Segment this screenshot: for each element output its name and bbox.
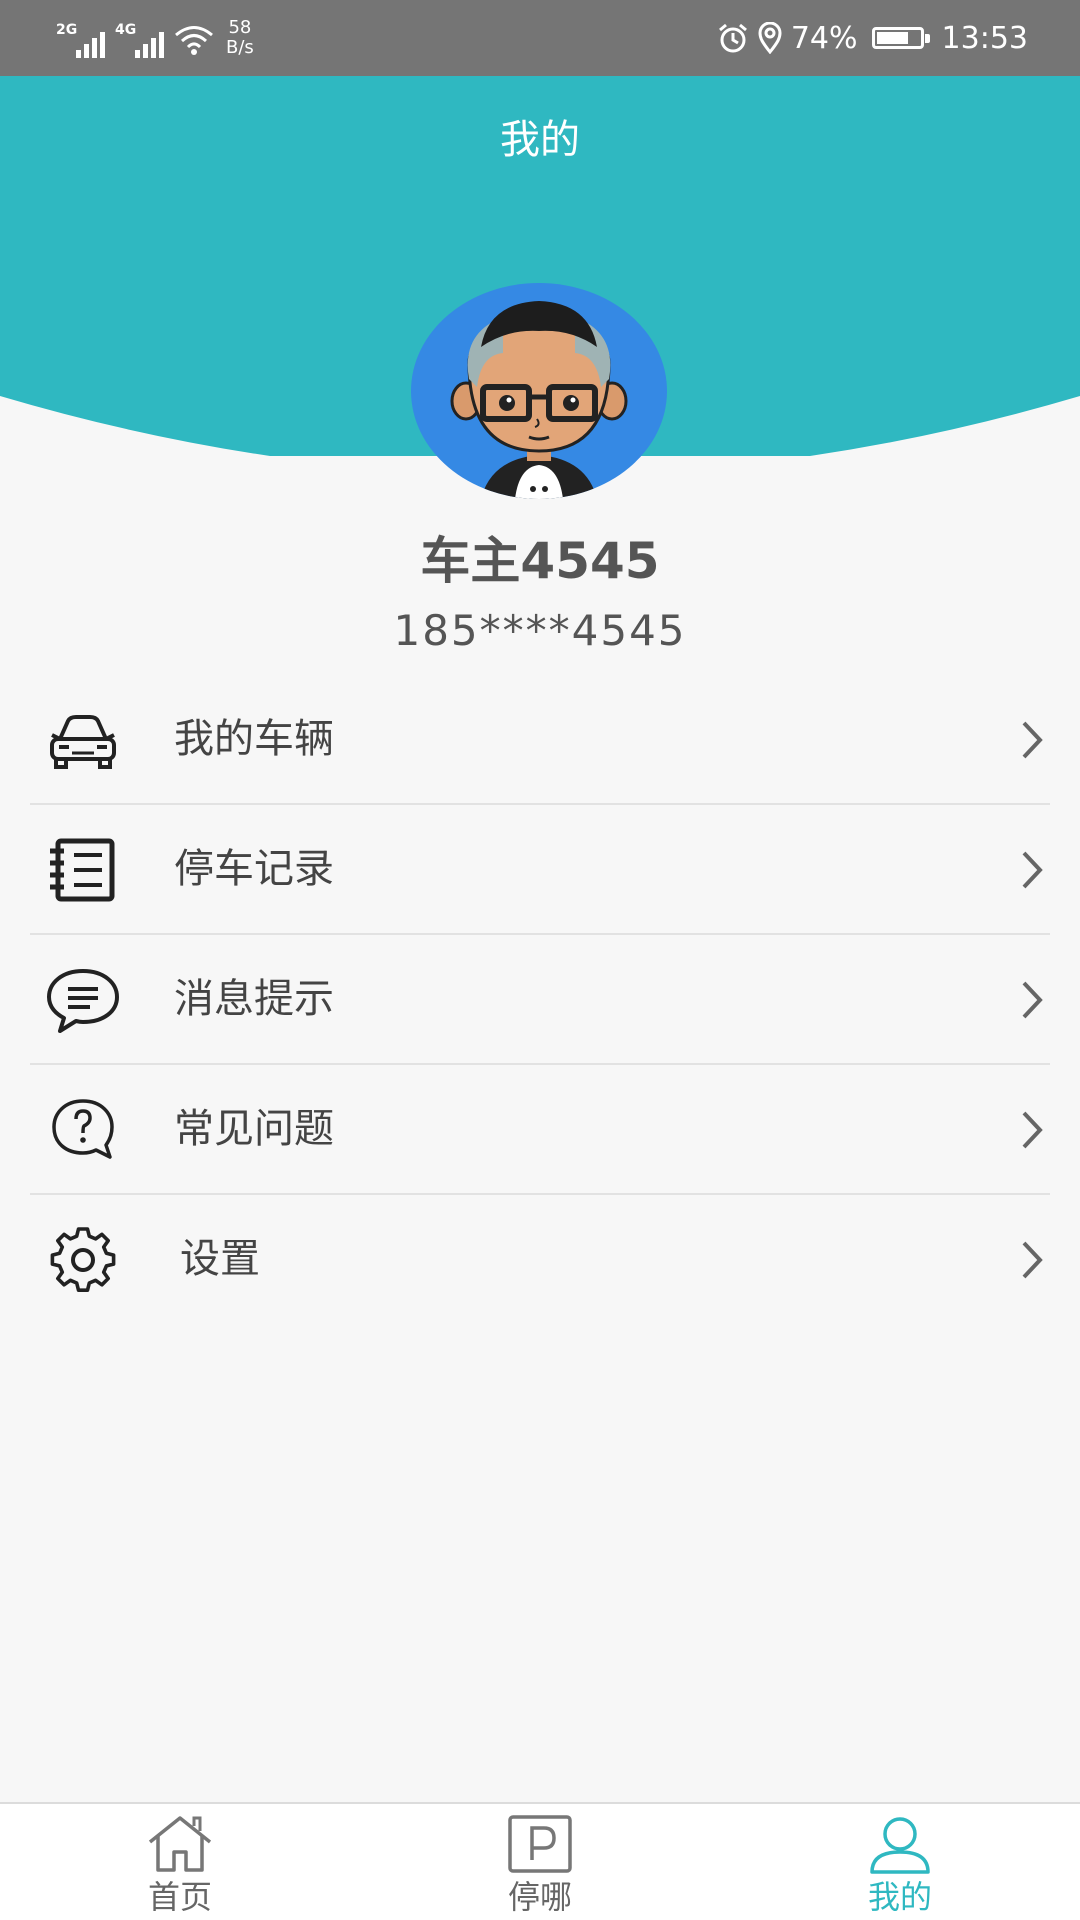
tab-label: 停哪: [507, 1878, 572, 1916]
sim2-signal-icon: 4G: [115, 18, 164, 58]
status-bar-left: 2G 4G 58 B/s: [56, 14, 254, 58]
sim1-network-type: 2G: [56, 22, 78, 38]
tab-mine[interactable]: 我的: [800, 1804, 1000, 1920]
network-speed-value: 58: [228, 17, 252, 38]
tab-home[interactable]: 首页: [80, 1804, 280, 1920]
battery-fill: [876, 32, 908, 44]
question-bubble-icon: [52, 1099, 114, 1159]
chat-bubble-icon: [47, 969, 119, 1033]
menu-item-label: 停车记录: [174, 846, 334, 892]
menu-item-my-vehicles[interactable]: 我的车辆: [30, 675, 1050, 805]
sim2-network-type: 4G: [115, 22, 137, 38]
chevron-right-icon: [1022, 1241, 1043, 1279]
network-speed: 58 B/s: [226, 18, 254, 58]
menu-item-messages[interactable]: 消息提示: [30, 935, 1050, 1065]
location-icon: [758, 22, 782, 54]
chevron-right-icon: [1022, 981, 1043, 1019]
tab-label: 首页: [147, 1878, 212, 1916]
user-phone: 185****4545: [393, 606, 687, 655]
menu-item-label: 设置: [180, 1236, 260, 1282]
bottom-tab-bar: 首页 停哪 我的: [0, 1802, 1080, 1920]
person-icon: [870, 1817, 930, 1874]
network-speed-unit: B/s: [226, 37, 254, 58]
menu-item-settings[interactable]: 设置: [30, 1195, 1050, 1325]
wifi-icon: [175, 26, 213, 55]
clock-time: 13:53: [941, 20, 1028, 56]
menu-item-label: 常见问题: [174, 1106, 334, 1152]
battery-percent: 74%: [790, 20, 858, 56]
profile-menu: 我的车辆 停车记录 消息提示 常见问题 设置: [30, 675, 1050, 1325]
sim1-signal-icon: 2G: [56, 18, 105, 58]
car-icon: [50, 715, 116, 769]
menu-item-label: 消息提示: [174, 976, 334, 1022]
page-title: 我的: [500, 117, 580, 163]
parking-icon: [508, 1815, 572, 1873]
tab-label: 我的: [867, 1878, 932, 1916]
avatar[interactable]: [411, 283, 667, 499]
alarm-icon: [718, 23, 747, 53]
tab-parking[interactable]: 停哪: [440, 1804, 640, 1920]
chevron-right-icon: [1022, 851, 1043, 889]
menu-item-label: 我的车辆: [174, 716, 334, 762]
battery-icon: [871, 27, 930, 49]
menu-item-parking-records[interactable]: 停车记录: [30, 805, 1050, 935]
cartoon-avatar-icon: [411, 283, 667, 499]
user-name: 车主4545: [420, 532, 660, 590]
status-bar-right: 74% 13:53: [717, 16, 1028, 60]
notebook-icon: [50, 838, 115, 902]
chevron-right-icon: [1022, 1111, 1043, 1149]
home-icon: [148, 1816, 212, 1872]
status-bar: 2G 4G 58 B/s 74% 13:53: [0, 0, 1080, 76]
gear-icon: [50, 1227, 116, 1293]
menu-item-faq[interactable]: 常见问题: [30, 1065, 1050, 1195]
chevron-right-icon: [1022, 721, 1043, 759]
